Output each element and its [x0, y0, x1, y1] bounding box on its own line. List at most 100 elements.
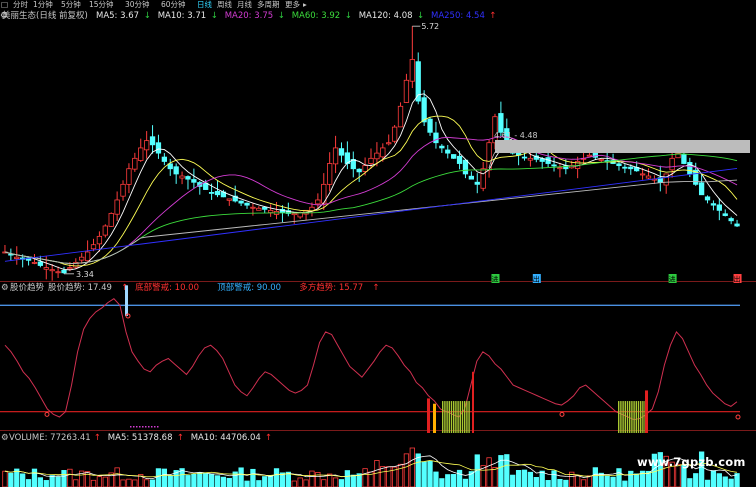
dot-marker [130, 426, 132, 428]
trend-band-bar [468, 401, 470, 433]
trend-band-bar [457, 401, 459, 433]
high-price-label: 5.72 [421, 22, 439, 31]
volume-bar [126, 478, 132, 487]
volume-bar [291, 480, 297, 487]
candle-body [43, 267, 49, 270]
volume-bar [551, 470, 557, 487]
trend-band-bar [453, 401, 455, 433]
trend-band-bar [620, 401, 622, 433]
trend-bar-red [427, 398, 430, 433]
candle-body [173, 166, 179, 175]
volume-bar [238, 467, 244, 487]
volume-bar [37, 477, 44, 487]
candle-body [96, 235, 103, 245]
candle-body [149, 136, 156, 146]
volume-bar [8, 472, 14, 487]
candle-body [456, 155, 463, 164]
candle-body [114, 199, 120, 215]
signal-dot [44, 411, 50, 417]
candle-body [669, 157, 675, 171]
volume-bar [250, 468, 256, 487]
volume-bar [704, 479, 711, 487]
trend-band-bar [635, 401, 637, 433]
candle-body [315, 199, 321, 205]
volume-bar [132, 479, 138, 487]
candle-body [191, 179, 197, 183]
volume-bar [722, 476, 728, 487]
signal-label: 出 [734, 275, 741, 284]
signal-dot [735, 414, 741, 420]
candle-body [208, 192, 215, 194]
volume-bar [149, 479, 156, 487]
candle-body [734, 223, 740, 227]
candle-body [386, 142, 392, 145]
price-range-label: 4.61 - 4.48 [494, 131, 538, 140]
candle-body [138, 147, 144, 161]
volume-bar [592, 467, 598, 487]
ma-line-ma250 [4, 167, 738, 262]
trend-bar-red [472, 371, 474, 433]
volume-bar [527, 471, 534, 487]
trend-band-bar [640, 401, 642, 433]
candle-body [451, 154, 457, 159]
candle-body [214, 190, 221, 196]
volume-bar [439, 478, 445, 487]
signal-label: 进 [491, 276, 498, 284]
dot-marker [151, 426, 153, 428]
top-spike-bar [125, 285, 128, 316]
volume-bar [610, 476, 616, 487]
volume-bar [73, 479, 79, 487]
volume-bar [267, 475, 274, 487]
candle-body [391, 126, 398, 142]
volume-bar [244, 480, 250, 487]
volume-bar [25, 479, 32, 487]
candle-body [67, 267, 73, 270]
candle-body [79, 256, 85, 261]
trend-band-bar [629, 401, 631, 433]
volume-bar [226, 477, 232, 487]
trend-bar-red [645, 390, 648, 433]
candle-body [185, 176, 191, 180]
volume-bar [114, 467, 120, 487]
dot-marker [154, 426, 156, 428]
volume-bar [185, 475, 191, 487]
candle-body [362, 165, 368, 172]
candle-body [291, 213, 297, 216]
ma-line-ma120 [4, 179, 738, 264]
stock-chart[interactable]: 5.72 3.34 4.61 - 4.48 进 出 进 出 [0, 0, 756, 487]
candle-body [433, 132, 439, 144]
volume-bar [616, 468, 622, 487]
candle-body [102, 225, 108, 236]
volume-bar [214, 475, 221, 487]
volume-bar [580, 479, 587, 487]
candle-body [256, 207, 262, 211]
candle-body [722, 213, 728, 216]
volume-bar [734, 473, 740, 487]
volume-bar [197, 472, 203, 487]
volume-bar [710, 470, 717, 487]
volume-bar [61, 470, 67, 487]
candle-body [445, 149, 451, 154]
signal-label: 进 [669, 276, 676, 284]
trend-bar-orange [433, 403, 436, 433]
candle-body [557, 167, 563, 170]
candle-body [474, 181, 480, 185]
volume-bar [515, 470, 522, 487]
trend-band-bar [455, 401, 457, 433]
candle-body [179, 175, 185, 179]
candle-body [31, 261, 38, 264]
volume-bar [628, 470, 634, 487]
volume-bar [403, 453, 410, 487]
candle-body [551, 164, 557, 167]
candle-body [244, 202, 250, 206]
volume-bar [20, 473, 26, 487]
dot-marker [136, 426, 138, 428]
candle-body [167, 163, 173, 170]
volume-bar [445, 474, 451, 487]
candle-body [238, 200, 244, 204]
candle-body [698, 182, 705, 196]
volume-bar [155, 468, 162, 487]
volume-bar [574, 475, 581, 487]
volume-bar [539, 470, 545, 487]
trend-band-bar [626, 401, 629, 433]
